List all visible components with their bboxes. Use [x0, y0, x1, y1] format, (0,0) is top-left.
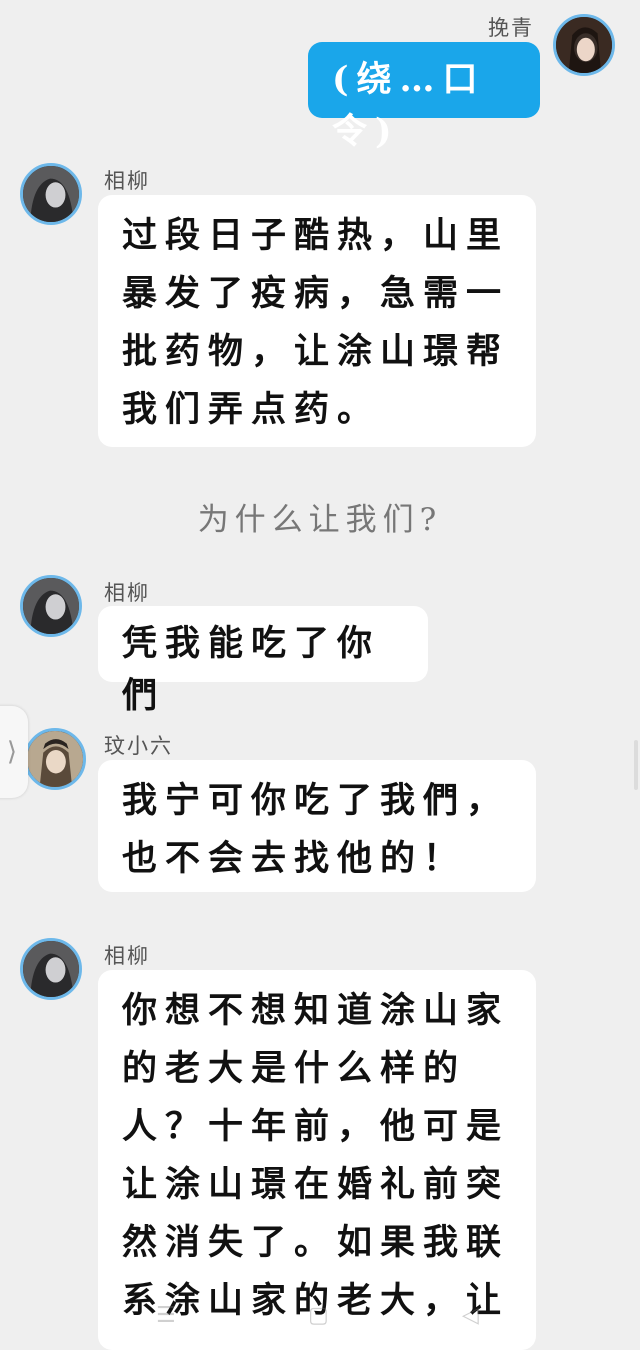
message-bubble[interactable]: (绕…口令) — [308, 42, 540, 152]
avatar[interactable] — [20, 575, 82, 637]
sender-name: 相柳 — [104, 944, 150, 968]
side-panel-toggle[interactable]: ⟩ — [0, 706, 28, 798]
back-icon[interactable]: ◁ — [462, 1303, 479, 1328]
message-bubble[interactable]: 我宁可你吃了我們，也不会去找他的！ — [98, 760, 536, 892]
scrollbar[interactable] — [634, 740, 638, 790]
sender-name: 挽青 — [488, 16, 534, 40]
chevron-right-icon: ⟩ — [6, 737, 18, 767]
message-bubble[interactable]: 过段日子酷热，山里暴发了疫病，急需一批药物，让涂山璟帮我们弄点药。 — [98, 195, 536, 447]
sender-name: 相柳 — [104, 581, 150, 605]
avatar[interactable] — [553, 14, 615, 76]
avatar-portrait-icon — [23, 166, 79, 222]
message-bubble[interactable]: 凭我能吃了你們 — [98, 606, 428, 716]
avatar-portrait-icon — [23, 578, 79, 634]
system-navigation-bar: ☰ ▢ ◁ — [0, 1302, 640, 1332]
avatar-portrait-icon — [556, 17, 612, 73]
sender-name: 相柳 — [104, 169, 150, 193]
menu-icon[interactable]: ☰ — [156, 1303, 176, 1328]
avatar[interactable] — [20, 938, 82, 1000]
avatar-portrait-icon — [27, 731, 83, 787]
avatar-portrait-icon — [23, 941, 79, 997]
avatar[interactable] — [24, 728, 86, 790]
narration-text: 为什么让我们? — [197, 502, 443, 538]
message-bubble[interactable]: 你想不想知道涂山家的老大是什么样的人？十年前，他可是让涂山璟在婚礼前突然消失了。… — [98, 970, 536, 1350]
sender-name: 玟小六 — [104, 734, 173, 758]
home-icon[interactable]: ▢ — [308, 1303, 329, 1328]
avatar[interactable] — [20, 163, 82, 225]
